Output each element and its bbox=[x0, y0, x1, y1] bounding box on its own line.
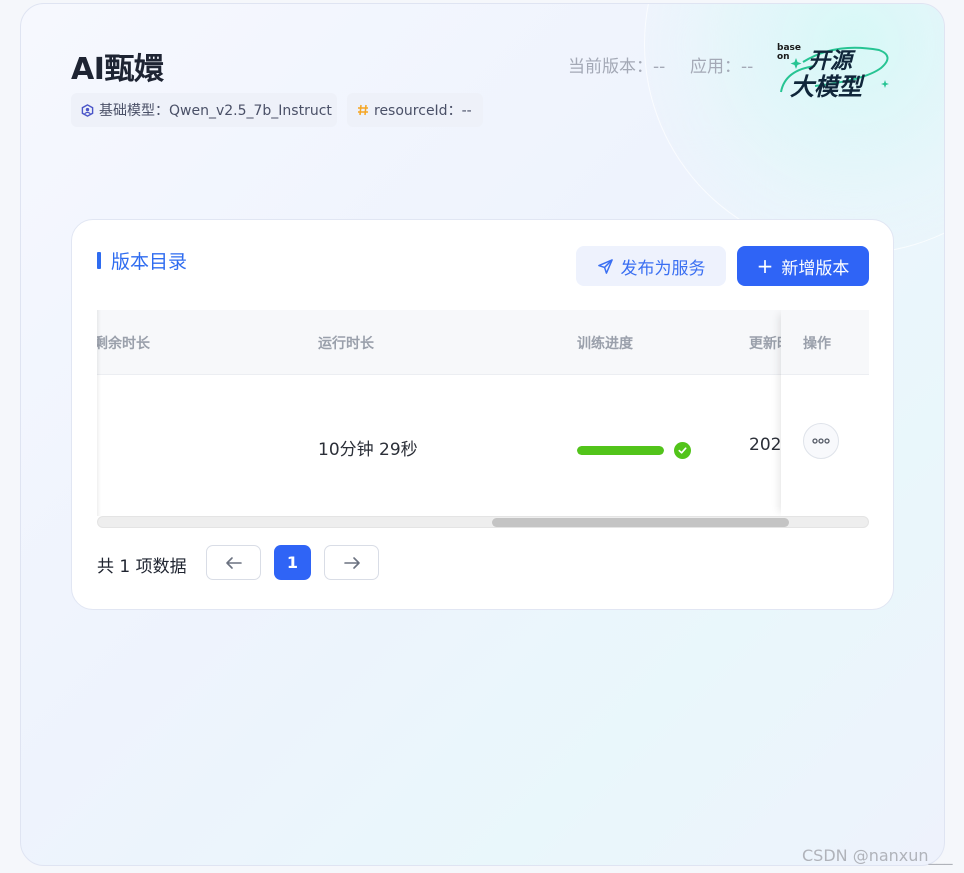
model-icon bbox=[81, 103, 94, 117]
hash-icon bbox=[357, 104, 369, 116]
base-model-text: 基础模型：Qwen_v2.5_7b_Instruct bbox=[99, 103, 332, 119]
table-header: 剩余时长 运行时长 训练进度 更新时间 bbox=[97, 310, 869, 375]
column-actions-header: 操作 bbox=[781, 310, 869, 375]
prev-page-button[interactable] bbox=[206, 545, 261, 580]
actions-column: 操作 bbox=[781, 310, 869, 516]
open-source-llm-logo: base on 开源 大模型 bbox=[775, 40, 893, 104]
column-remaining-time: 剩余时长 bbox=[97, 336, 150, 352]
arrow-left-icon bbox=[225, 556, 242, 569]
column-actions: 操作 bbox=[803, 336, 831, 352]
progress-track bbox=[577, 446, 664, 455]
send-icon bbox=[597, 258, 614, 275]
ellipsis-icon bbox=[812, 438, 830, 444]
resource-id-tag: resourceId：-- bbox=[347, 93, 483, 127]
check-circle-icon bbox=[674, 442, 691, 459]
plus-icon: + bbox=[756, 254, 774, 278]
logo-line1: 开源 bbox=[808, 49, 856, 74]
scroll-shadow bbox=[97, 310, 101, 516]
total-count: 共 1 项数据 bbox=[97, 557, 187, 577]
arrow-right-icon bbox=[343, 556, 360, 569]
training-progress bbox=[577, 442, 691, 459]
column-runtime: 运行时长 bbox=[318, 336, 374, 352]
scrollbar-thumb[interactable] bbox=[492, 518, 789, 527]
version-catalog-card: 版本目录 发布为服务 + 新增版本 剩余时长 运行时长 训练进度 更新时间 10… bbox=[71, 219, 894, 610]
column-training-progress: 训练进度 bbox=[577, 336, 633, 352]
svg-text:on: on bbox=[777, 52, 790, 62]
page-title: AI甄嬛 bbox=[71, 52, 164, 87]
card-title: 版本目录 bbox=[97, 247, 187, 274]
horizontal-scrollbar[interactable] bbox=[97, 516, 869, 528]
page-1-button[interactable]: 1 bbox=[274, 545, 311, 580]
card-title-text: 版本目录 bbox=[111, 251, 188, 273]
app-info: 应用：-- bbox=[690, 57, 754, 77]
publish-service-label: 发布为服务 bbox=[620, 258, 706, 279]
runtime-cell: 10分钟 29秒 bbox=[318, 440, 418, 460]
resource-id-text: resourceId：-- bbox=[374, 103, 472, 119]
add-version-button[interactable]: + 新增版本 bbox=[737, 246, 869, 286]
version-table: 剩余时长 运行时长 训练进度 更新时间 10分钟 29秒 2024 操作 bbox=[97, 310, 869, 516]
publish-service-button[interactable]: 发布为服务 bbox=[576, 246, 726, 286]
more-actions-button[interactable] bbox=[803, 423, 839, 459]
base-model-tag: 基础模型：Qwen_v2.5_7b_Instruct bbox=[71, 93, 337, 127]
progress-fill bbox=[577, 446, 664, 455]
watermark: CSDN @nanxun___ bbox=[802, 846, 953, 865]
logo-line2: 大模型 bbox=[790, 73, 865, 101]
title-accent-bar bbox=[97, 252, 101, 269]
next-page-button[interactable] bbox=[324, 545, 379, 580]
add-version-label: 新增版本 bbox=[781, 258, 850, 279]
current-version: 当前版本：-- bbox=[568, 57, 666, 77]
